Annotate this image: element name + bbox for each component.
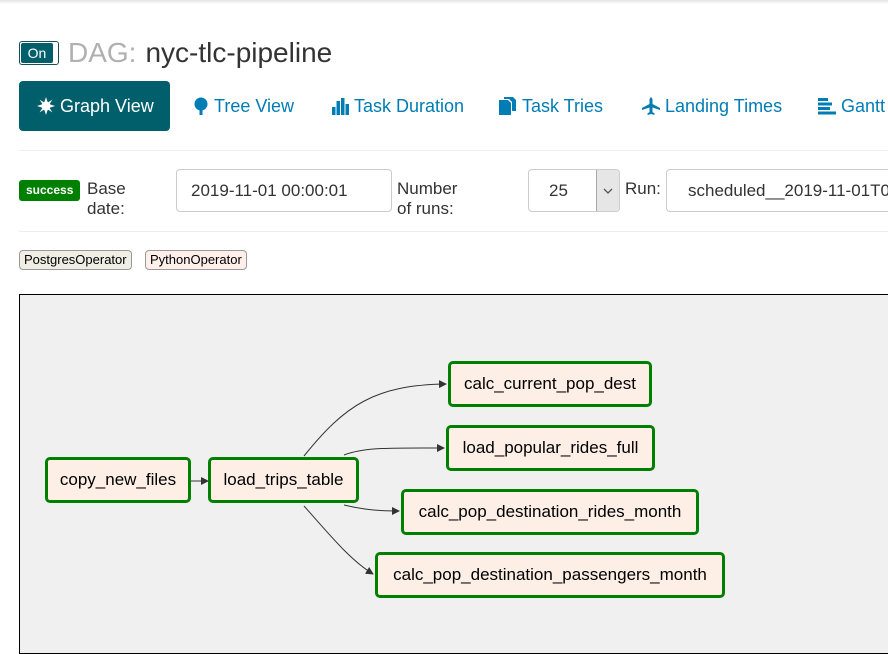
number-of-runs-label: Number of runs:	[397, 179, 458, 218]
task-node-load-popular-rides-full[interactable]: load_popular_rides_full	[446, 425, 655, 471]
tab-graph-view[interactable]: Graph View	[19, 81, 170, 131]
chevron-down-icon[interactable]	[596, 170, 619, 211]
task-node-load-trips-table[interactable]: load_trips_table	[208, 457, 359, 503]
edge-load-to-calc-current	[303, 380, 447, 457]
tab-tree-view[interactable]: Tree View	[193, 81, 294, 131]
gantt-icon	[818, 97, 836, 115]
toggle-on-label: On	[21, 43, 53, 63]
task-node-copy-new-files[interactable]: copy_new_files	[45, 457, 191, 503]
task-node-calc-pop-destination-rides-month[interactable]: calc_pop_destination_rides_month	[401, 489, 699, 535]
filters-divider	[19, 231, 888, 232]
asterisk-icon	[37, 97, 55, 115]
number-of-runs-select[interactable]: 25	[528, 169, 620, 212]
tab-label: Task Duration	[354, 95, 465, 116]
legend-postgres-operator: PostgresOperator	[19, 250, 132, 270]
tab-label: Gantt	[841, 95, 886, 116]
dag-prefix-label: DAG:	[68, 37, 137, 68]
run-label: Run:	[625, 179, 661, 198]
number-of-runs-value: 25	[549, 181, 568, 200]
edge-load-to-passengers-month	[303, 505, 374, 575]
plane-icon	[642, 97, 660, 115]
tab-task-tries[interactable]: Task Tries	[499, 81, 603, 131]
tab-label: Graph View	[60, 95, 154, 116]
run-select[interactable]: scheduled__2019-11-01T0	[666, 169, 888, 212]
edge-load-to-popular-full	[343, 443, 445, 456]
tab-landing-times[interactable]: Landing Times	[642, 81, 782, 131]
dag-id-title: nyc-tlc-pipeline	[145, 37, 333, 68]
dag-on-off-toggle[interactable]: On	[19, 41, 59, 65]
tab-label: Task Tries	[522, 95, 604, 116]
dag-graph-canvas[interactable]: copy_new_files load_trips_table calc_cur…	[19, 294, 888, 654]
base-date-input[interactable]: 2019-11-01 00:00:01	[176, 169, 392, 212]
tab-label: Tree View	[214, 95, 295, 116]
tab-gantt[interactable]: Gantt	[818, 81, 885, 131]
top-shadow	[0, 0, 888, 4]
edge-load-to-rides-month	[343, 504, 400, 515]
tab-task-duration[interactable]: Task Duration	[332, 81, 464, 131]
state-success-badge: success	[19, 180, 81, 201]
bar-chart-icon	[332, 97, 349, 115]
base-date-label: Base date:	[87, 179, 126, 218]
tab-label: Landing Times	[665, 95, 783, 116]
task-node-calc-current-pop-dest[interactable]: calc_current_pop_dest	[448, 361, 652, 407]
legend-python-operator: PythonOperator	[145, 250, 247, 270]
tabs-divider	[19, 150, 888, 151]
tree-icon	[193, 97, 209, 115]
dag-title-row: On DAG: nyc-tlc-pipeline	[19, 36, 332, 70]
task-node-calc-pop-destination-passengers-month[interactable]: calc_pop_destination_passengers_month	[375, 552, 725, 598]
duplicate-icon	[499, 97, 517, 115]
